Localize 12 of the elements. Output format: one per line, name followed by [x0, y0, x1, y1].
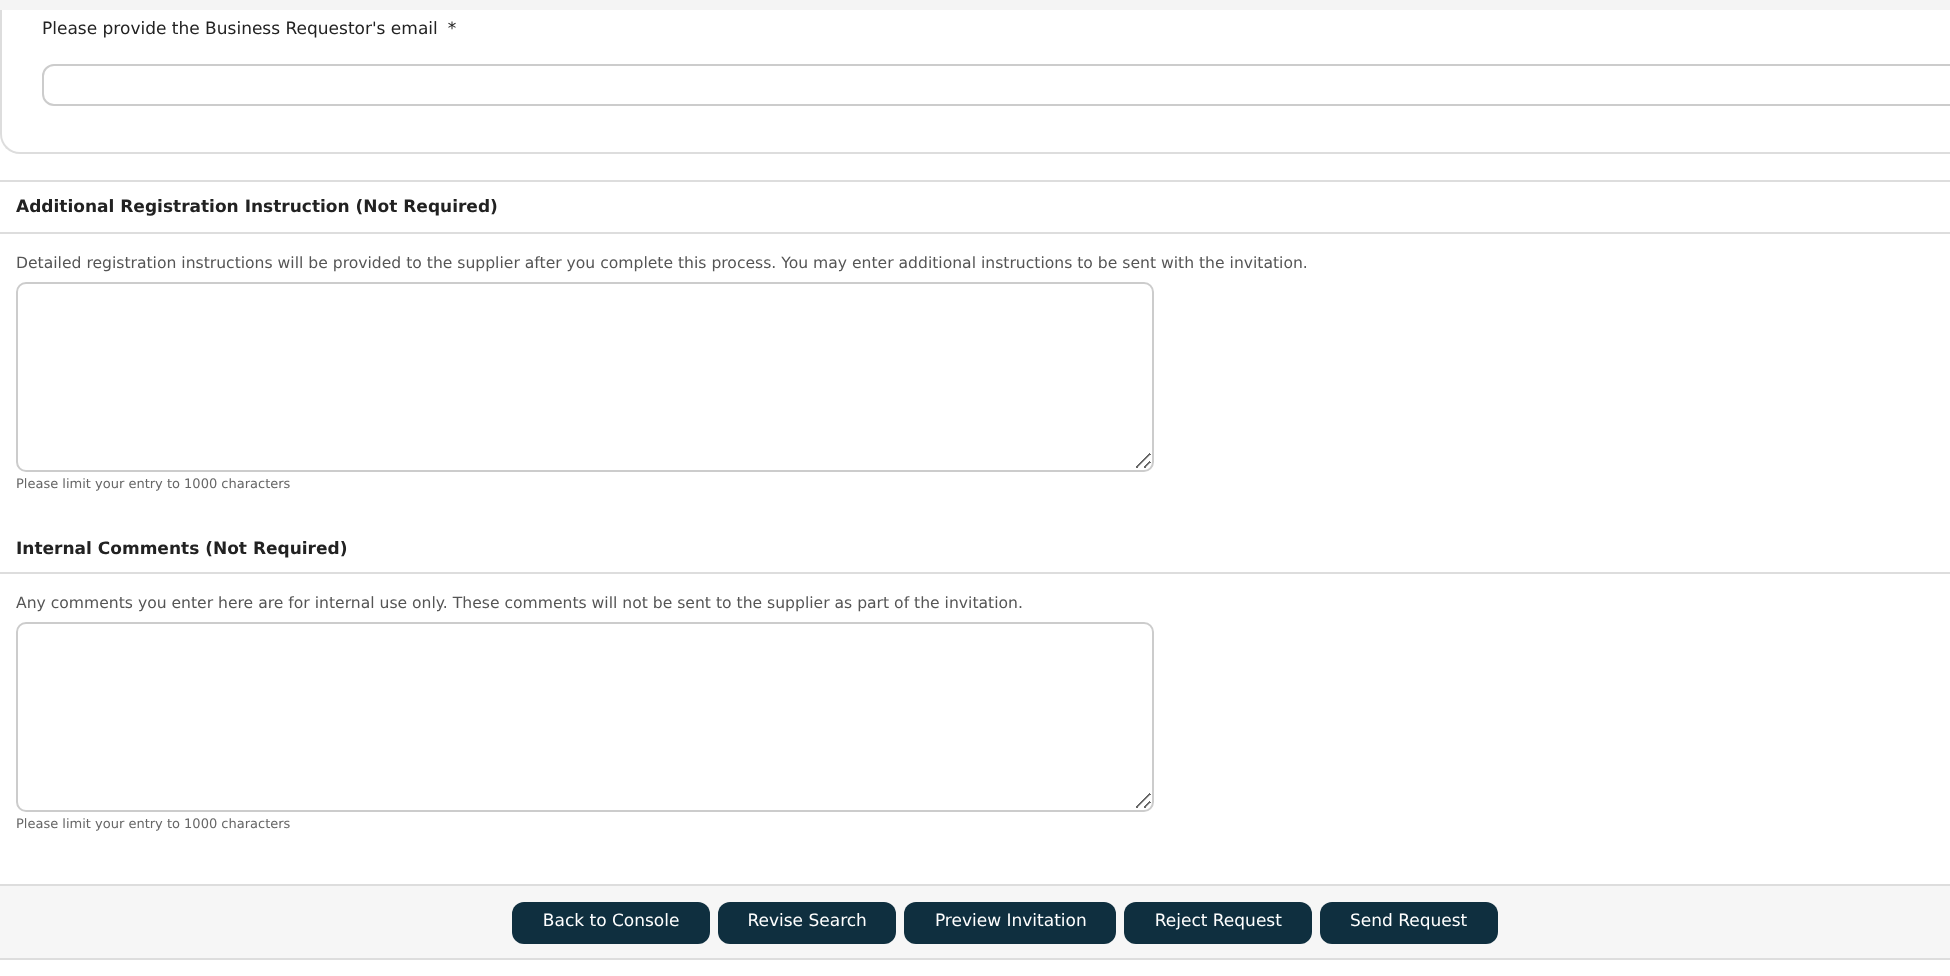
required-mark: * [447, 20, 457, 44]
action-button[interactable]: Revise Search [717, 901, 897, 943]
text-area[interactable] [16, 282, 1154, 472]
section-header: Internal Comments (Not Required) [0, 512, 1950, 574]
section-header: Additional Registration Instruction (Not Required) [0, 182, 1950, 234]
action-button[interactable]: Reject Request [1124, 901, 1312, 943]
action-button[interactable]: Send Request [1319, 901, 1498, 943]
action-button[interactable]: Back to Console [512, 901, 710, 943]
action-button[interactable]: Preview Invitation [904, 901, 1117, 943]
field-label: Please provide the Business Requestor's email [42, 20, 438, 44]
text-area[interactable] [16, 622, 1154, 812]
email-field[interactable] [42, 64, 1950, 106]
